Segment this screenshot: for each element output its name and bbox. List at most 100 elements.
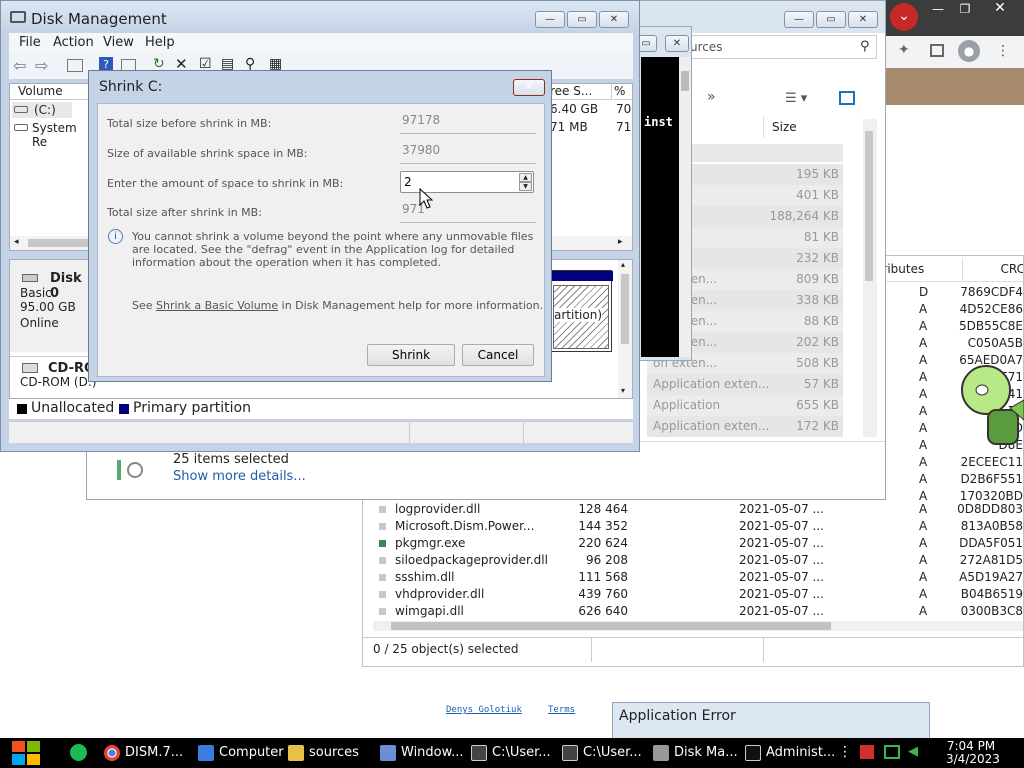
scrollbar-thumb[interactable]	[391, 622, 831, 630]
search-box[interactable]: urces ⚲	[687, 35, 877, 59]
file-size: 144 352	[578, 519, 628, 533]
preview-pane-icon[interactable]	[839, 91, 855, 105]
forward-icon[interactable]: ⇨	[35, 56, 48, 75]
vertical-scrollbar[interactable]	[863, 119, 877, 437]
taskbar-item-admin[interactable]: Administ...	[745, 740, 835, 766]
shrink-button[interactable]: Shrink	[367, 344, 455, 366]
volume-row[interactable]: (C:)	[12, 102, 72, 118]
disk-view-scrollbar[interactable]: ▴ ▾	[618, 260, 632, 398]
column-header-free[interactable]: ree S...	[550, 84, 612, 100]
spin-up-button[interactable]: ▲	[519, 173, 532, 182]
volume-row[interactable]: System Re	[12, 120, 92, 149]
taskbar-item-computer[interactable]: Computer	[198, 740, 284, 766]
column-header-percent[interactable]: %	[614, 84, 634, 100]
show-more-details-link[interactable]: Show more details...	[173, 469, 306, 484]
flag-icon[interactable]	[860, 745, 874, 759]
console-scrollbar[interactable]	[679, 57, 691, 357]
list-item[interactable]: Application exten... 57 KB	[647, 374, 843, 395]
browser-minimize-button[interactable]: —	[928, 2, 948, 18]
spin-down-button[interactable]: ▼	[519, 182, 532, 191]
minimize-button[interactable]: —	[784, 11, 814, 28]
scrollbar-thumb[interactable]	[621, 274, 629, 344]
folder-icon	[288, 744, 304, 761]
file-date: 2021-05-07 ...	[739, 553, 824, 567]
table-row[interactable]: vhdprovider.dll 439 760 2021-05-07 ... A B04…	[363, 586, 1023, 603]
taskbar-item-diskmgmt[interactable]: Disk Ma...	[653, 740, 738, 766]
taskbar-item-cuser2[interactable]: C:\User...	[562, 740, 642, 766]
scroll-left-icon[interactable]: ◂	[14, 237, 19, 247]
scrollbar-thumb[interactable]	[865, 131, 873, 281]
table-row[interactable]: siloedpackageprovider.dll 96 208 2021-05-0…	[363, 552, 1023, 569]
crc-cell: B04B6519	[960, 587, 1023, 601]
close-button[interactable]: ✕	[599, 11, 629, 28]
back-icon[interactable]: ⇦	[13, 56, 26, 75]
menu-view[interactable]: View	[103, 35, 134, 50]
browser-close-button[interactable]: ✕	[990, 0, 1010, 16]
browser-restore-button[interactable]: ❐	[955, 2, 975, 18]
file-size: 338 KB	[796, 293, 839, 307]
shrink-help-link[interactable]: Shrink a Basic Volume	[156, 299, 278, 312]
extensions-icon[interactable]: ✦	[898, 42, 914, 58]
status-divider	[591, 638, 592, 662]
spotify-icon[interactable]	[70, 744, 87, 761]
cancel-button[interactable]: Cancel	[462, 344, 534, 366]
crc-cell: 813A0B58	[960, 519, 1023, 533]
taskbar-item-dism[interactable]: DISM.7...	[104, 740, 183, 766]
sidebar-icon[interactable]	[930, 44, 944, 57]
close-button[interactable]: ✕	[513, 79, 545, 96]
taskbar-label: DISM.7...	[125, 745, 184, 760]
terms-link[interactable]: Terms	[548, 705, 575, 715]
table-row[interactable]: wimgapi.dll 626 640 2021-05-07 ... A 0300B3C…	[363, 603, 1023, 620]
file-date: 2021-05-07 ...	[739, 604, 824, 618]
horizontal-scrollbar[interactable]	[373, 621, 1023, 631]
disk0-label[interactable]: Disk 0 Basic 95.00 GB Online	[10, 260, 92, 352]
more-menu-icon[interactable]: ⋮	[996, 40, 1010, 62]
volume-icon[interactable]: ◀	[908, 744, 918, 759]
disk-type: Basic	[20, 286, 52, 300]
maximize-button[interactable]: ▭	[816, 11, 846, 28]
column-header-volume[interactable]: Volume	[10, 84, 90, 100]
scrollbar-thumb[interactable]	[681, 71, 689, 91]
view-options-icon[interactable]: ☰ ▾	[785, 91, 807, 106]
browser-menu-button[interactable]: ⌄	[890, 3, 918, 31]
size-column-header[interactable]: Size	[763, 116, 843, 138]
clock-date[interactable]: 3/4/2023	[946, 753, 1000, 766]
file-size: 809 KB	[796, 272, 839, 286]
search-icon[interactable]: ⚲	[860, 39, 870, 54]
close-button[interactable]: ✕	[665, 35, 689, 52]
menu-action[interactable]: Action	[53, 35, 94, 50]
scroll-right-icon[interactable]: ▸	[618, 237, 623, 247]
file-type: Application exten...	[653, 419, 770, 433]
partition-block[interactable]: artition)	[550, 270, 613, 352]
list-item[interactable]: Application 655 KB	[647, 395, 843, 416]
disk-management-icon	[10, 11, 26, 23]
nav-chevron-icon[interactable]: »	[707, 89, 716, 105]
table-row[interactable]: pkgmgr.exe 220 624 2021-05-07 ... A DDA5F051	[363, 535, 1023, 552]
scroll-up-icon[interactable]: ▴	[621, 260, 625, 269]
list-item[interactable]: Application exten... 172 KB	[647, 416, 843, 437]
scroll-down-icon[interactable]: ▾	[621, 386, 625, 395]
menu-file[interactable]: File	[19, 35, 41, 50]
status-divider	[763, 638, 764, 662]
table-row[interactable]: Microsoft.Dism.Power... 144 352 2021-05-07…	[363, 518, 1023, 535]
file-date: 2021-05-07 ...	[739, 502, 824, 516]
taskbar-label: sources	[309, 745, 359, 760]
menu-help[interactable]: Help	[145, 35, 175, 50]
taskbar-item-cuser1[interactable]: C:\User...	[471, 740, 551, 766]
maximize-button[interactable]: ▭	[567, 11, 597, 28]
start-button[interactable]	[10, 739, 42, 767]
profile-icon[interactable]: ●	[958, 40, 980, 62]
network-icon[interactable]	[884, 745, 900, 759]
file-name: pkgmgr.exe	[395, 536, 466, 550]
taskbar-item-windows[interactable]: Window...	[380, 740, 463, 766]
minimize-button[interactable]: —	[535, 11, 565, 28]
more-icon[interactable]: ⋮	[838, 744, 852, 760]
taskbar-item-sources[interactable]: sources	[288, 740, 359, 766]
table-row[interactable]: ssshim.dll 111 568 2021-05-07 ... A A5D19A27	[363, 569, 1023, 586]
close-button[interactable]: ✕	[848, 11, 878, 28]
table-row[interactable]: logprovider.dll 128 464 2021-05-07 ... A 0D8…	[363, 501, 1023, 518]
application-error-window: Application Error	[612, 702, 930, 742]
file-size: 188,264 KB	[769, 209, 839, 223]
author-link[interactable]: Denys Golotiuk	[446, 705, 522, 715]
console-tree-icon[interactable]	[67, 59, 83, 72]
